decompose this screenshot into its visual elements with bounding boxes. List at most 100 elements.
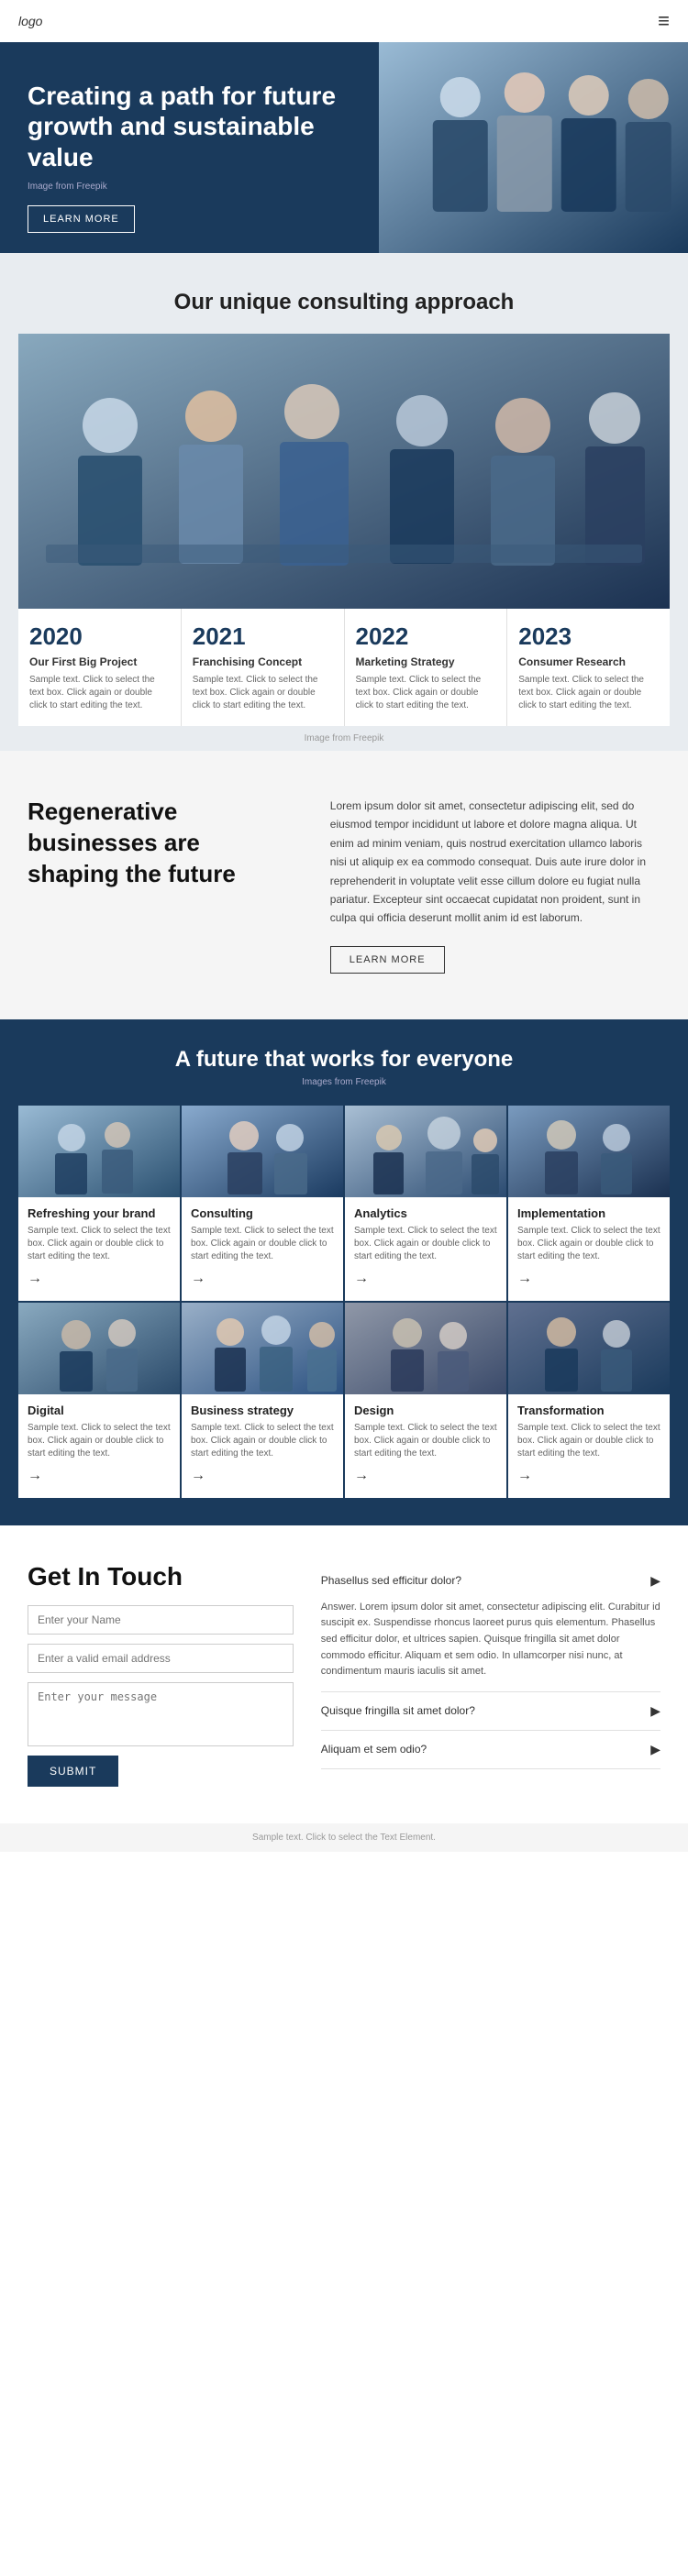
- service-title-6: Design: [354, 1404, 497, 1417]
- hero-learn-more-button[interactable]: LEARN MORE: [28, 205, 135, 233]
- contact-submit-button[interactable]: SUBMIT: [28, 1756, 118, 1787]
- hero-image-credit: Image from Freepik: [28, 182, 351, 192]
- service-text-5: Sample text. Click to select the text bo…: [191, 1422, 334, 1460]
- faq-item-1: Quisque fringilla sit amet dolor? ▶: [321, 1692, 660, 1731]
- timeline-year-3: 2023: [518, 622, 659, 651]
- contact-name-input[interactable]: [28, 1605, 294, 1635]
- consulting-section: Our unique consulting approach: [0, 253, 688, 751]
- timeline-text-0: Sample text. Click to select the text bo…: [29, 674, 170, 712]
- timeline-subtitle-2: Marketing Strategy: [356, 655, 496, 668]
- faq-answer-0: Answer. Lorem ipsum dolor sit amet, cons…: [321, 1600, 660, 1691]
- contact-title: Get In Touch: [28, 1562, 294, 1591]
- service-arrow-1[interactable]: →: [191, 1271, 334, 1287]
- service-card-3: Implementation Sample text. Click to sel…: [508, 1106, 670, 1301]
- timeline-year-2: 2022: [356, 622, 496, 651]
- service-photo-3: [508, 1106, 670, 1197]
- service-card-5: Business strategy Sample text. Click to …: [182, 1303, 343, 1498]
- hero-image: [379, 42, 688, 253]
- regen-left: Regenerative businesses are shaping the …: [28, 797, 294, 889]
- contact-section: Get In Touch SUBMIT Phasellus sed effici…: [0, 1525, 688, 1823]
- contact-faq-area: Phasellus sed efficitur dolor? ▶ Answer.…: [321, 1562, 660, 1787]
- service-arrow-4[interactable]: →: [28, 1468, 171, 1484]
- regen-right: Lorem ipsum dolor sit amet, consectetur …: [330, 797, 660, 974]
- faq-q-text-1: Quisque fringilla sit amet dolor?: [321, 1704, 475, 1717]
- service-arrow-3[interactable]: →: [517, 1271, 660, 1287]
- service-photo-1: [182, 1106, 343, 1197]
- service-title-7: Transformation: [517, 1404, 660, 1417]
- faq-question-0[interactable]: Phasellus sed efficitur dolor? ▶: [321, 1562, 660, 1600]
- logo: logo: [18, 14, 42, 28]
- service-text-0: Sample text. Click to select the text bo…: [28, 1225, 171, 1263]
- hero-left: Creating a path for future growth and su…: [0, 42, 379, 253]
- service-grid: Refreshing your brand Sample text. Click…: [18, 1106, 670, 1498]
- future-section: A future that works for everyone Images …: [0, 1019, 688, 1525]
- footer-text: Sample text. Click to select the Text El…: [252, 1833, 436, 1843]
- hero-photo: [379, 42, 688, 253]
- header: logo ≡: [0, 0, 688, 42]
- service-text-7: Sample text. Click to select the text bo…: [517, 1422, 660, 1460]
- service-photo-5: [182, 1303, 343, 1394]
- hero-section: Creating a path for future growth and su…: [0, 42, 688, 253]
- service-card-7: Transformation Sample text. Click to sel…: [508, 1303, 670, 1498]
- service-photo-2: [345, 1106, 506, 1197]
- service-arrow-5[interactable]: →: [191, 1468, 334, 1484]
- faq-arrow-0: ▶: [650, 1573, 660, 1589]
- service-card-2: Analytics Sample text. Click to select t…: [345, 1106, 506, 1301]
- contact-email-input[interactable]: [28, 1644, 294, 1673]
- timeline: 2020 Our First Big Project Sample text. …: [18, 609, 670, 726]
- regen-title: Regenerative businesses are shaping the …: [28, 797, 294, 889]
- regen-section: Regenerative businesses are shaping the …: [0, 751, 688, 1019]
- timeline-item-2020: 2020 Our First Big Project Sample text. …: [18, 609, 182, 726]
- service-text-6: Sample text. Click to select the text bo…: [354, 1422, 497, 1460]
- consulting-title: Our unique consulting approach: [18, 290, 670, 315]
- faq-q-text-2: Aliquam et sem odio?: [321, 1743, 427, 1756]
- service-title-0: Refreshing your brand: [28, 1206, 171, 1220]
- service-card-0: Refreshing your brand Sample text. Click…: [18, 1106, 180, 1301]
- faq-question-1[interactable]: Quisque fringilla sit amet dolor? ▶: [321, 1692, 660, 1730]
- service-title-2: Analytics: [354, 1206, 497, 1220]
- service-card-6: Design Sample text. Click to select the …: [345, 1303, 506, 1498]
- consulting-photo: [18, 334, 670, 609]
- timeline-item-2021: 2021 Franchising Concept Sample text. Cl…: [182, 609, 345, 726]
- service-text-3: Sample text. Click to select the text bo…: [517, 1225, 660, 1263]
- service-title-5: Business strategy: [191, 1404, 334, 1417]
- service-card-1: Consulting Sample text. Click to select …: [182, 1106, 343, 1301]
- service-photo-4: [18, 1303, 180, 1394]
- service-photo-7: [508, 1303, 670, 1394]
- contact-message-input[interactable]: [28, 1682, 294, 1746]
- faq-question-2[interactable]: Aliquam et sem odio? ▶: [321, 1731, 660, 1768]
- faq-q-text-0: Phasellus sed efficitur dolor?: [321, 1574, 461, 1587]
- service-text-2: Sample text. Click to select the text bo…: [354, 1225, 497, 1263]
- timeline-year-1: 2021: [193, 622, 333, 651]
- service-card-4: Digital Sample text. Click to select the…: [18, 1303, 180, 1498]
- service-text-4: Sample text. Click to select the text bo…: [28, 1422, 171, 1460]
- service-arrow-6[interactable]: →: [354, 1468, 497, 1484]
- future-title: A future that works for everyone: [18, 1047, 670, 1073]
- footer: Sample text. Click to select the Text El…: [0, 1823, 688, 1852]
- timeline-text-2: Sample text. Click to select the text bo…: [356, 674, 496, 712]
- timeline-text-1: Sample text. Click to select the text bo…: [193, 674, 333, 712]
- service-title-3: Implementation: [517, 1206, 660, 1220]
- timeline-item-2023: 2023 Consumer Research Sample text. Clic…: [507, 609, 670, 726]
- faq-arrow-1: ▶: [650, 1703, 660, 1719]
- timeline-subtitle-1: Franchising Concept: [193, 655, 333, 668]
- hero-title: Creating a path for future growth and su…: [28, 81, 351, 173]
- service-arrow-7[interactable]: →: [517, 1468, 660, 1484]
- timeline-year-0: 2020: [29, 622, 170, 651]
- faq-item-0: Phasellus sed efficitur dolor? ▶ Answer.…: [321, 1562, 660, 1692]
- future-image-credit: Images from Freepik: [18, 1077, 670, 1087]
- menu-icon[interactable]: ≡: [658, 9, 670, 33]
- hero-people-svg: [379, 42, 688, 253]
- timeline-subtitle-0: Our First Big Project: [29, 655, 170, 668]
- timeline-item-2022: 2022 Marketing Strategy Sample text. Cli…: [345, 609, 508, 726]
- service-arrow-2[interactable]: →: [354, 1271, 497, 1287]
- regen-learn-more-button[interactable]: LEARN MORE: [330, 946, 445, 974]
- contact-form-area: Get In Touch SUBMIT: [28, 1562, 294, 1787]
- regen-text: Lorem ipsum dolor sit amet, consectetur …: [330, 797, 660, 928]
- hero-photo-overlay: [379, 42, 688, 253]
- timeline-subtitle-3: Consumer Research: [518, 655, 659, 668]
- service-photo-6: [345, 1303, 506, 1394]
- service-arrow-0[interactable]: →: [28, 1271, 171, 1287]
- service-title-4: Digital: [28, 1404, 171, 1417]
- service-photo-0: [18, 1106, 180, 1197]
